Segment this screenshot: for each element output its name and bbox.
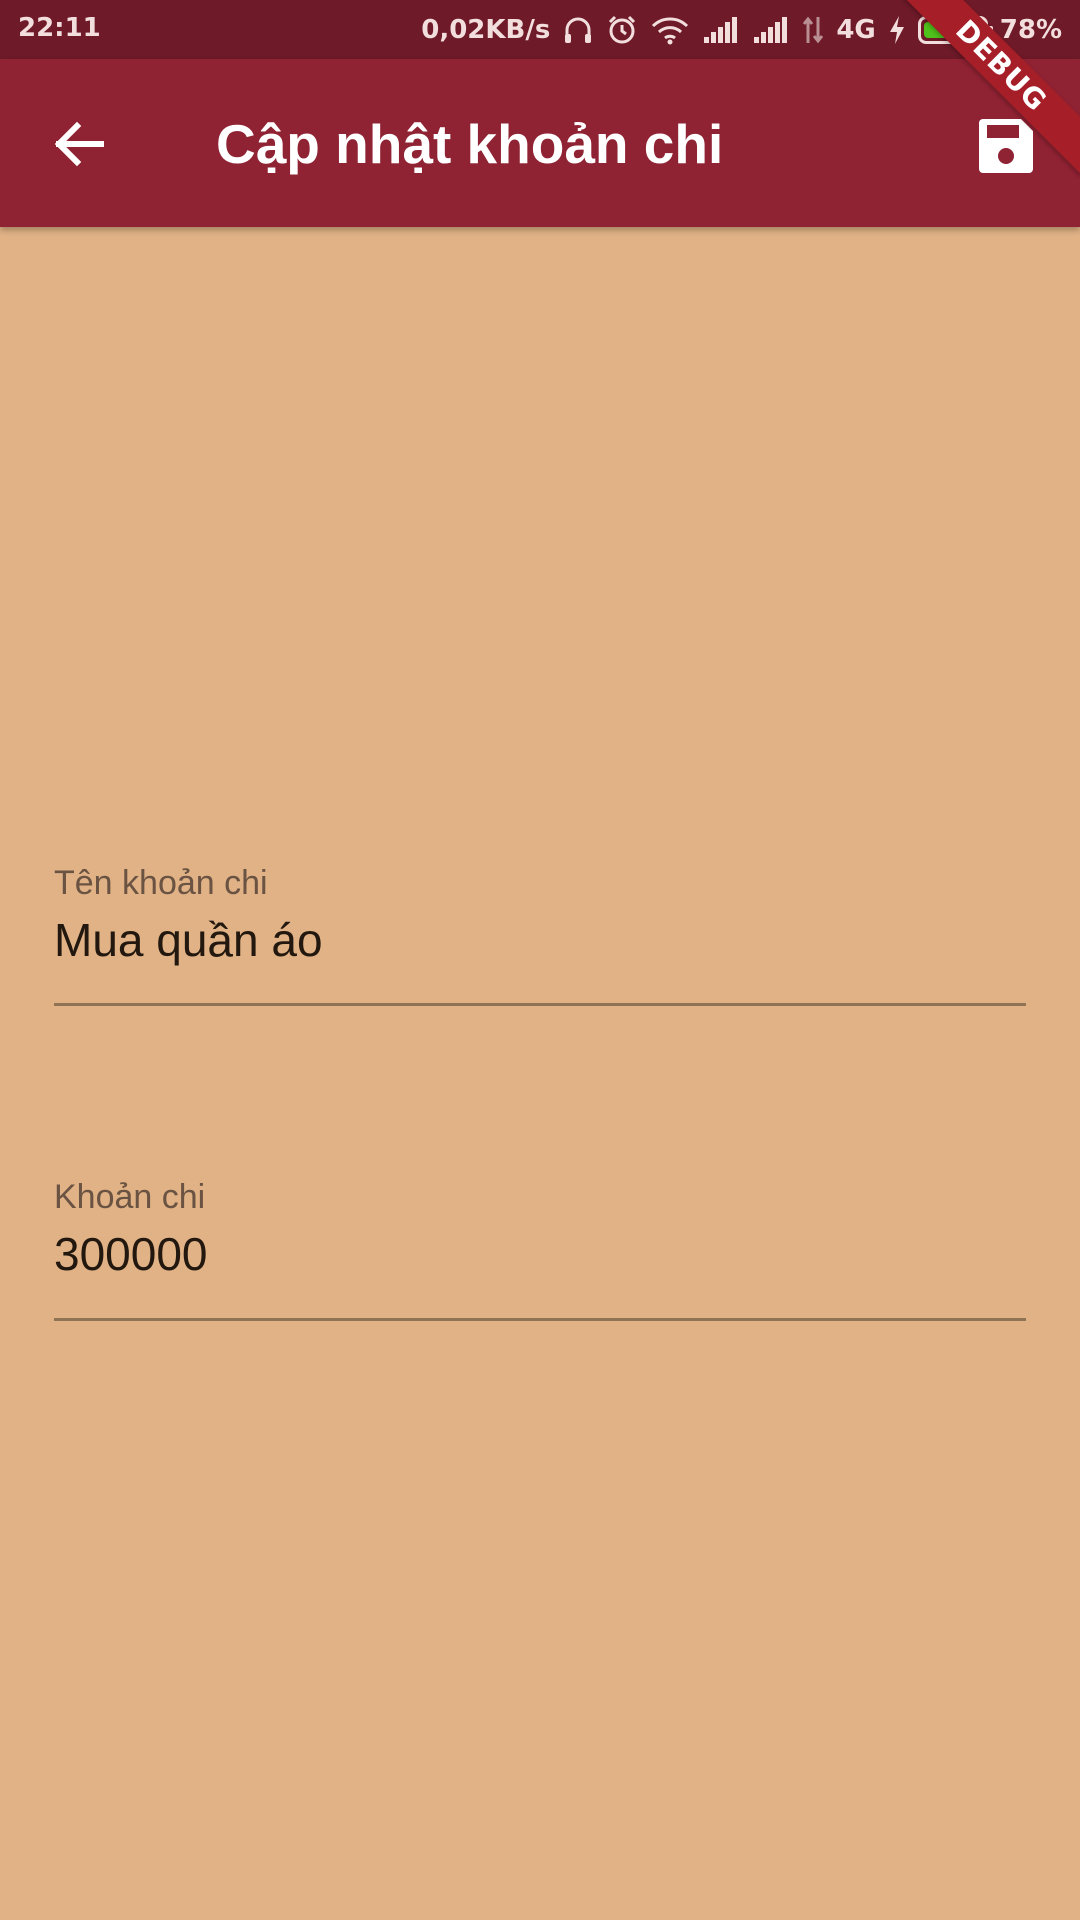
battery-icon: [917, 15, 993, 44]
wifi-icon: [650, 14, 690, 46]
save-button[interactable]: [966, 106, 1046, 186]
expense-amount-label: Khoản chi: [54, 1178, 206, 1216]
network-speed: 0,02KB/s: [421, 14, 551, 45]
signal-2-icon: [752, 15, 790, 45]
charging-icon: [888, 15, 906, 45]
expense-name-label: Tên khoản chi: [54, 864, 268, 902]
arrow-back-icon: [54, 121, 104, 167]
expense-amount-input[interactable]: [54, 1226, 1026, 1282]
page-title: Cập nhật khoản chi: [216, 113, 724, 175]
battery-percent: 78%: [999, 14, 1062, 45]
app-bar: Cập nhật khoản chi: [0, 59, 1080, 227]
back-button[interactable]: [44, 109, 114, 179]
expense-amount-underline: [54, 1318, 1026, 1321]
network-type: 4G: [836, 14, 876, 45]
alarm-icon: [606, 14, 638, 46]
headset-icon: [562, 14, 594, 46]
status-time: 22:11: [18, 13, 101, 43]
signal-1-icon: [702, 15, 740, 45]
expense-name-input[interactable]: [54, 912, 1026, 968]
expense-name-underline: [54, 1003, 1026, 1006]
data-arrows-icon: [802, 15, 824, 45]
save-icon: [979, 119, 1033, 173]
status-icons: 0,02KB/s 4G 78%: [421, 0, 1062, 59]
battery-fill: [923, 21, 969, 38]
status-bar: 22:11 0,02KB/s 4G 78%: [0, 0, 1080, 59]
battery-cap: [987, 25, 993, 35]
